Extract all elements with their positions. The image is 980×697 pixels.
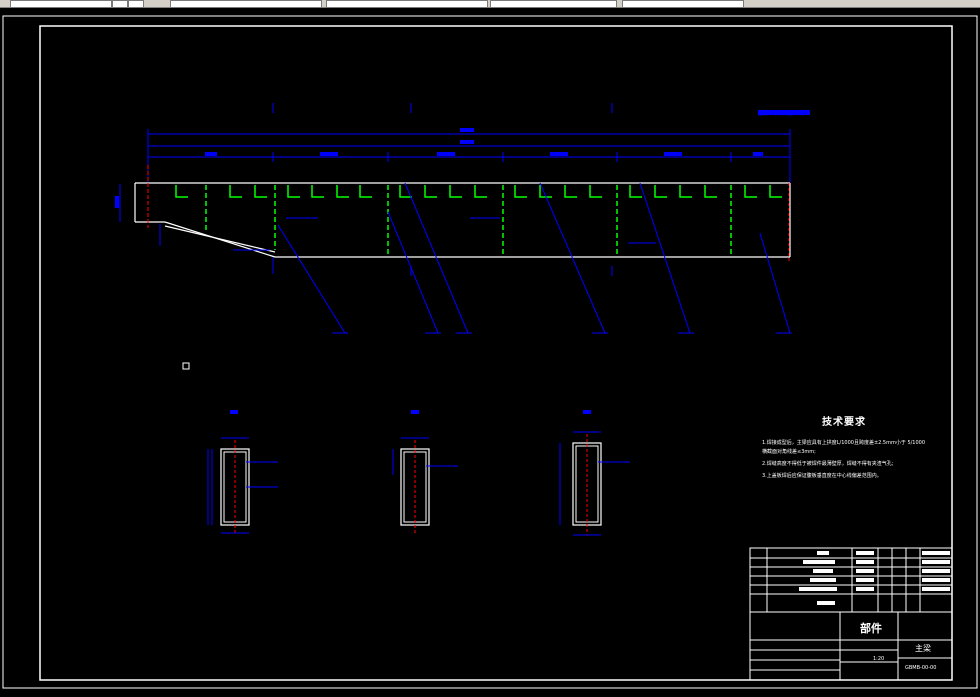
layer-icon[interactable] [112,0,128,8]
title-block-scale: 1:20 [873,656,884,662]
title-block-title: 主梁 [915,643,931,653]
title-block-part: 部件 [860,621,882,635]
application-toolbar [0,0,980,8]
tech-req-line-2: 横截面对角线差≤3mm; [762,449,816,455]
top-note: 主梁中心线为基准线 [758,110,803,117]
tech-req-line-3: 2.焊缝高度不得低于被焊件最薄壁厚，焊缝不得有夹渣气孔; [762,461,894,467]
title-block-drawing-no: GBMB-00-00 [905,665,936,671]
lineweight-dropdown[interactable] [490,0,617,8]
layer-dropdown[interactable] [170,0,322,8]
drawing-canvas[interactable]: 部件 主梁 GBMB-00-00 1:20 主梁中心线为基准线 [0,8,980,693]
tech-req-title: 技术要求 [822,417,866,428]
tech-req-line-1: 1.焊接成型后，主梁应具有上拱度L/1000且跨度差±2.5mm小于 5/100… [762,440,926,446]
plotstyle-dropdown[interactable] [622,0,744,8]
tech-req-line-4: 3.上盖板焊后应保证腹板垂直度在中心线偏差范围内。 [762,473,882,479]
toolbar-field[interactable] [10,0,112,8]
color-icon[interactable] [128,0,144,8]
linetype-dropdown[interactable] [326,0,488,8]
